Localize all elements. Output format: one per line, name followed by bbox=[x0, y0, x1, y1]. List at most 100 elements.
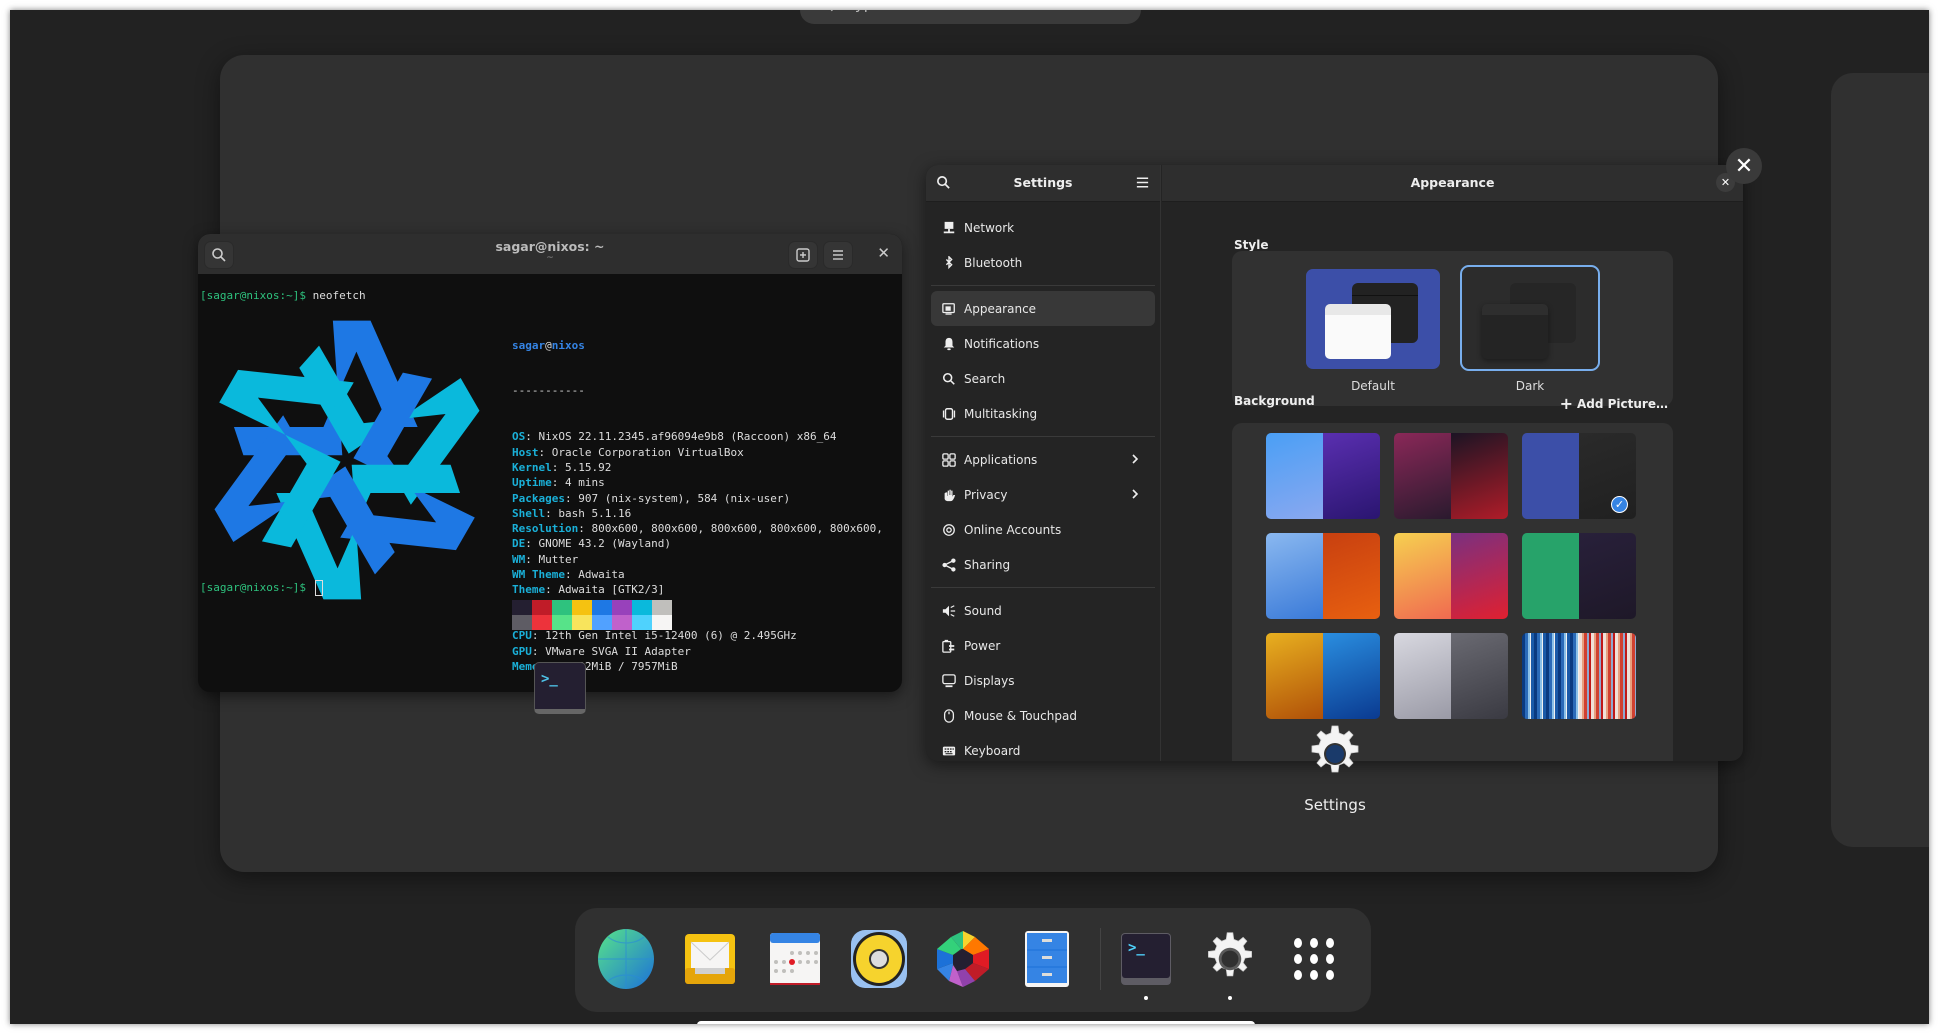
wallpaper-dark-half bbox=[1323, 533, 1380, 619]
style-option-default[interactable] bbox=[1306, 269, 1440, 369]
search-bar[interactable]: Type to search bbox=[800, 10, 1141, 24]
bottom-bar bbox=[697, 1021, 1255, 1024]
info-line: WM Theme: Adwaita bbox=[512, 567, 883, 582]
palette-swatch bbox=[612, 600, 632, 615]
info-colon: : bbox=[551, 460, 565, 474]
speaker-icon bbox=[942, 604, 956, 617]
dock-photos[interactable] bbox=[932, 928, 994, 990]
new-tab-button[interactable] bbox=[788, 241, 818, 269]
wallpaper-stripes[interactable] bbox=[1522, 633, 1636, 719]
hamburger-icon[interactable] bbox=[1135, 175, 1150, 190]
sidebar-item-label: Online Accounts bbox=[964, 522, 1062, 537]
info-key: Theme bbox=[512, 583, 546, 597]
sidebar-item-label: Displays bbox=[964, 673, 1015, 688]
dock-rhythmbox[interactable] bbox=[848, 928, 910, 990]
sidebar-item-sound[interactable]: Sound bbox=[931, 593, 1155, 628]
wallpaper-light-half bbox=[1394, 433, 1451, 519]
palette-swatch bbox=[532, 600, 552, 615]
wallpaper-pixels-dots[interactable] bbox=[1522, 533, 1636, 619]
share-icon bbox=[942, 557, 956, 572]
sidebar-item-privacy[interactable]: Privacy bbox=[931, 477, 1155, 512]
file-cabinet-icon bbox=[1025, 931, 1069, 987]
sidebar-item-appearance[interactable]: Appearance bbox=[931, 291, 1155, 326]
dock-calendar[interactable] bbox=[764, 928, 826, 990]
terminal-prompt-glyph: >_ bbox=[541, 671, 558, 687]
close-icon: ✕ bbox=[1734, 153, 1754, 179]
wallpaper-fold[interactable] bbox=[1394, 433, 1508, 519]
sidebar-item-label: Privacy bbox=[964, 487, 1008, 502]
sidebar-item-keyboard[interactable]: Keyboard bbox=[931, 733, 1155, 761]
palette-swatch bbox=[532, 615, 552, 630]
sidebar-title: Settings bbox=[1013, 175, 1073, 190]
overview-close-window-button[interactable]: ✕ bbox=[1726, 148, 1762, 184]
sidebar-item-bluetooth[interactable]: Bluetooth bbox=[931, 245, 1155, 280]
add-picture-button[interactable]: + Add Picture… bbox=[1560, 394, 1668, 413]
info-colon: : bbox=[531, 629, 546, 643]
wallpaper-blobs[interactable] bbox=[1266, 433, 1380, 519]
app-grid-icon bbox=[1294, 938, 1334, 980]
sidebar-item-displays[interactable]: Displays bbox=[931, 663, 1155, 698]
info-key: Shell bbox=[512, 506, 546, 520]
search-icon bbox=[942, 372, 955, 385]
dock-files[interactable] bbox=[1016, 928, 1078, 990]
running-indicator bbox=[1228, 996, 1232, 1000]
workspace-next[interactable] bbox=[1831, 73, 1929, 847]
dock-terminal[interactable]: >_ bbox=[1115, 928, 1177, 1000]
dock-mail[interactable] bbox=[679, 928, 741, 990]
info-line: Resolution: 800x600, 800x600, 800x600, 8… bbox=[512, 521, 883, 536]
palette-swatch bbox=[512, 615, 532, 630]
text-cursor bbox=[314, 580, 323, 596]
content-headerbar: Appearance ✕ bbox=[1162, 165, 1743, 202]
info-key: GPU bbox=[512, 644, 532, 658]
color-palette bbox=[512, 600, 672, 630]
sidebar-item-label: Keyboard bbox=[964, 743, 1021, 758]
wallpaper-drool[interactable] bbox=[1266, 533, 1380, 619]
terminal-window[interactable]: sagar@nixos: ~ ~ ✕ [sagar@nixos:~]$ neof… bbox=[198, 234, 902, 692]
dock-web-browser[interactable] bbox=[595, 928, 657, 990]
search-icon bbox=[830, 10, 833, 12]
settings-window[interactable]: Settings Network Bluetooth Appearance Notif… bbox=[926, 165, 1743, 761]
network-icon bbox=[943, 221, 955, 233]
sidebar-item-sharing[interactable]: Sharing bbox=[931, 547, 1155, 582]
sidebar-item-search[interactable]: Search bbox=[931, 361, 1155, 396]
wallpaper-amber[interactable] bbox=[1394, 533, 1508, 619]
close-icon: ✕ bbox=[877, 244, 890, 262]
sidebar-item-network[interactable]: Network bbox=[931, 210, 1155, 245]
wallpaper-blobs-pattern[interactable] bbox=[1394, 633, 1508, 719]
sidebar-item-power[interactable]: Power bbox=[931, 628, 1155, 663]
dock-show-apps[interactable] bbox=[1283, 928, 1345, 990]
settings-sidebar: Settings Network Bluetooth Appearance Notif… bbox=[926, 165, 1161, 761]
terminal-close-button[interactable]: ✕ bbox=[877, 244, 890, 262]
wallpaper-light-half bbox=[1266, 633, 1323, 719]
wallpaper-light-half bbox=[1522, 633, 1579, 719]
wallpaper-light-half bbox=[1266, 533, 1323, 619]
search-placeholder: Type to search bbox=[848, 10, 957, 13]
info-colon: : bbox=[531, 644, 546, 658]
sidebar-item-notifications[interactable]: Notifications bbox=[931, 326, 1155, 361]
info-colon: : bbox=[578, 522, 592, 536]
sidebar-item-multitasking[interactable]: Multitasking bbox=[931, 396, 1155, 431]
wallpaper-adwaita-logo[interactable]: ✓ bbox=[1522, 433, 1636, 519]
sidebar-item-applications[interactable]: Applications bbox=[931, 442, 1155, 477]
terminal-menu-button[interactable] bbox=[823, 241, 853, 269]
style-option-dark[interactable] bbox=[1460, 265, 1600, 371]
page-title: Appearance bbox=[1410, 175, 1495, 190]
wallpaper-mosaic[interactable] bbox=[1266, 633, 1380, 719]
photos-icon bbox=[937, 931, 989, 987]
info-colon: : bbox=[551, 476, 565, 490]
info-key: DE bbox=[512, 537, 526, 551]
chevron-right-icon bbox=[1132, 489, 1139, 499]
dock-settings[interactable] bbox=[1199, 928, 1261, 1000]
info-value: Mutter bbox=[538, 552, 579, 566]
add-picture-label: Add Picture… bbox=[1576, 396, 1668, 411]
sidebar-item-online-accounts[interactable]: Online Accounts bbox=[931, 512, 1155, 547]
info-value: VMware SVGA II Adapter bbox=[545, 644, 691, 658]
host-name: nixos bbox=[551, 338, 585, 352]
gear-icon bbox=[1208, 932, 1252, 977]
wallpaper-grid: ✓ bbox=[1232, 423, 1673, 761]
wallpaper-light-half bbox=[1394, 533, 1451, 619]
sidebar-item-mouse-touchpad[interactable]: Mouse & Touchpad bbox=[931, 698, 1155, 733]
at-sign: @ bbox=[545, 338, 552, 352]
info-key: WM bbox=[512, 552, 526, 566]
info-colon: : bbox=[545, 506, 559, 520]
